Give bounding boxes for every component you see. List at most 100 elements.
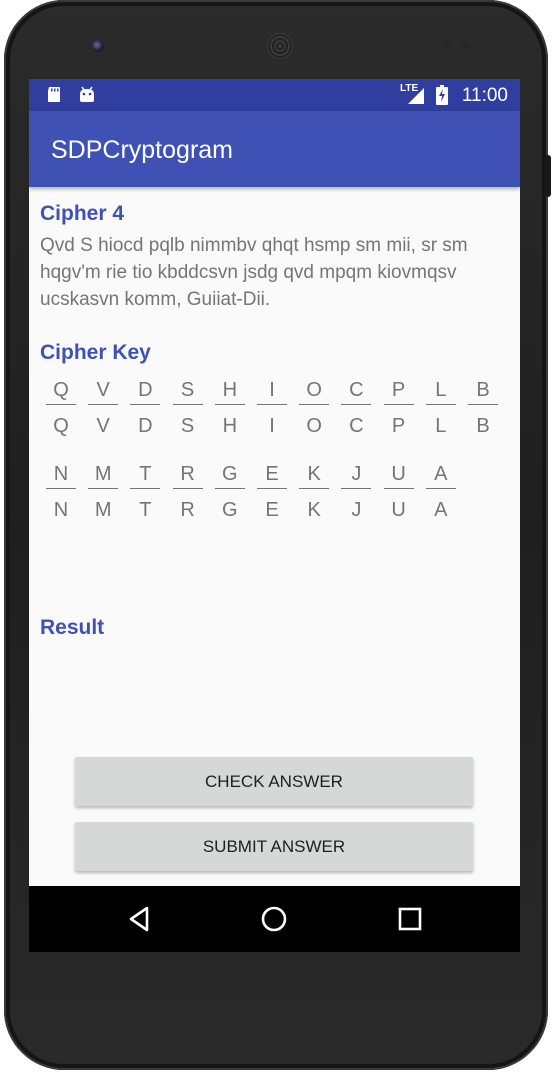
cipher-key-pair: RR [172, 461, 203, 523]
cipher-letter: T [139, 463, 152, 485]
cipher-text: Qvd S hiocd pqlb nimmbv qhqt hsmp sm mii… [40, 235, 468, 310]
cipher-key-pair: NN [46, 461, 76, 523]
sd-card-icon [48, 87, 60, 102]
cipher-heading: Cipher 4 [40, 202, 125, 225]
cipher-key-pair: MM [88, 461, 119, 523]
letter-input-underline[interactable] [257, 404, 287, 405]
letter-input-underline[interactable] [88, 404, 119, 405]
cipher-letter: M [94, 463, 112, 485]
plain-letter: I [269, 415, 275, 437]
letter-input-underline[interactable] [214, 488, 245, 489]
cipher-key-pair: QQ [46, 377, 76, 439]
letter-input-underline[interactable] [425, 488, 456, 489]
recents-icon[interactable] [393, 902, 427, 936]
cipher-key-pair: EE [257, 461, 287, 523]
plain-letter: S [180, 415, 195, 437]
cipher-letter: S [180, 379, 195, 401]
android-icon [80, 86, 94, 102]
plain-letter: A [434, 499, 448, 521]
plain-letter: Q [53, 415, 69, 437]
plain-letter: V [96, 415, 110, 437]
cipher-key-pair: TT [130, 461, 161, 523]
cipher-key-pair: GG [214, 461, 245, 523]
plain-letter: G [222, 499, 238, 521]
cipher-letter: V [96, 379, 110, 401]
cipher-key-pair: PP [383, 377, 414, 439]
letter-input-underline[interactable] [383, 404, 414, 405]
back-icon[interactable] [122, 902, 156, 936]
plain-letter: K [307, 499, 321, 521]
letter-input-underline[interactable] [383, 488, 414, 489]
plain-letter: U [391, 499, 406, 521]
letter-input-underline[interactable] [46, 404, 76, 405]
submit-answer-button[interactable]: SUBMIT ANSWER [75, 822, 473, 871]
letter-input-underline[interactable] [341, 488, 372, 489]
plain-letter: N [53, 499, 69, 521]
cipher-letter: N [53, 463, 69, 485]
cipher-key-heading: Cipher Key [40, 341, 151, 364]
result-heading: Result [40, 616, 105, 639]
plain-letter: B [476, 415, 490, 437]
plain-letter: H [222, 415, 238, 437]
cipher-letter: C [349, 379, 364, 401]
letter-input-underline[interactable] [299, 488, 330, 489]
cipher-letter: D [138, 379, 153, 401]
phone-screen: LTE 11:00 SDPCryptogram Cipher 4 Qvd S h… [29, 79, 520, 952]
letter-input-underline[interactable] [172, 404, 203, 405]
cipher-letter: J [351, 463, 362, 485]
cipher-letter: I [269, 379, 275, 401]
plain-letter: E [265, 499, 279, 521]
cipher-key-pair: CC [341, 377, 372, 439]
navigation-bar [29, 886, 520, 952]
letter-input-underline[interactable] [46, 488, 76, 489]
letter-input-underline[interactable] [425, 404, 456, 405]
letter-input-underline[interactable] [341, 404, 372, 405]
letter-input-underline[interactable] [299, 404, 330, 405]
letter-input-underline[interactable] [172, 488, 203, 489]
plain-letter: P [391, 415, 406, 437]
signal-icon [408, 88, 424, 104]
cipher-letter: G [222, 463, 238, 485]
plain-letter: O [306, 415, 322, 437]
cipher-letter: B [476, 379, 490, 401]
clock: 11:00 [461, 85, 508, 106]
cipher-key-pair: UU [383, 461, 414, 523]
app-bar: SDPCryptogram [29, 111, 520, 187]
power-button[interactable] [545, 155, 551, 197]
cipher-key-pair: II [257, 377, 287, 439]
plain-letter: C [349, 415, 364, 437]
cipher-letter: L [435, 379, 447, 401]
plain-letter: R [180, 499, 195, 521]
letter-input-underline[interactable] [130, 488, 161, 489]
plain-letter: J [351, 499, 362, 521]
home-icon[interactable] [257, 902, 291, 936]
letter-input-underline[interactable] [214, 404, 245, 405]
cipher-key-pair: KK [299, 461, 330, 523]
plain-letter: T [139, 499, 152, 521]
cipher-letter: R [180, 463, 195, 485]
cipher-key-pair: DD [130, 377, 161, 439]
cipher-key-pair: SS [172, 377, 203, 439]
check-answer-button[interactable]: CHECK ANSWER [75, 757, 473, 806]
cipher-key-pair: LL [425, 377, 456, 439]
letter-input-underline[interactable] [88, 488, 119, 489]
cipher-key-pair: HH [214, 377, 245, 439]
cipher-letter: K [307, 463, 321, 485]
front-camera [92, 40, 104, 52]
app-title: SDPCryptogram [51, 136, 233, 164]
earpiece-speaker [267, 33, 293, 59]
letter-input-underline[interactable] [130, 404, 161, 405]
status-bar: LTE 11:00 [29, 79, 520, 111]
plain-letter: D [138, 415, 153, 437]
cipher-key-pair: BB [468, 377, 498, 439]
cipher-key-pair: JJ [341, 461, 372, 523]
cipher-letter: H [222, 379, 238, 401]
cipher-letter: A [434, 463, 448, 485]
cipher-key-pair: AA [425, 461, 456, 523]
letter-input-underline[interactable] [257, 488, 287, 489]
cipher-letter: P [391, 379, 406, 401]
cipher-letter: U [391, 463, 406, 485]
letter-input-underline[interactable] [468, 404, 498, 405]
cipher-letter: O [306, 379, 322, 401]
cipher-key-pair: VV [88, 377, 119, 439]
